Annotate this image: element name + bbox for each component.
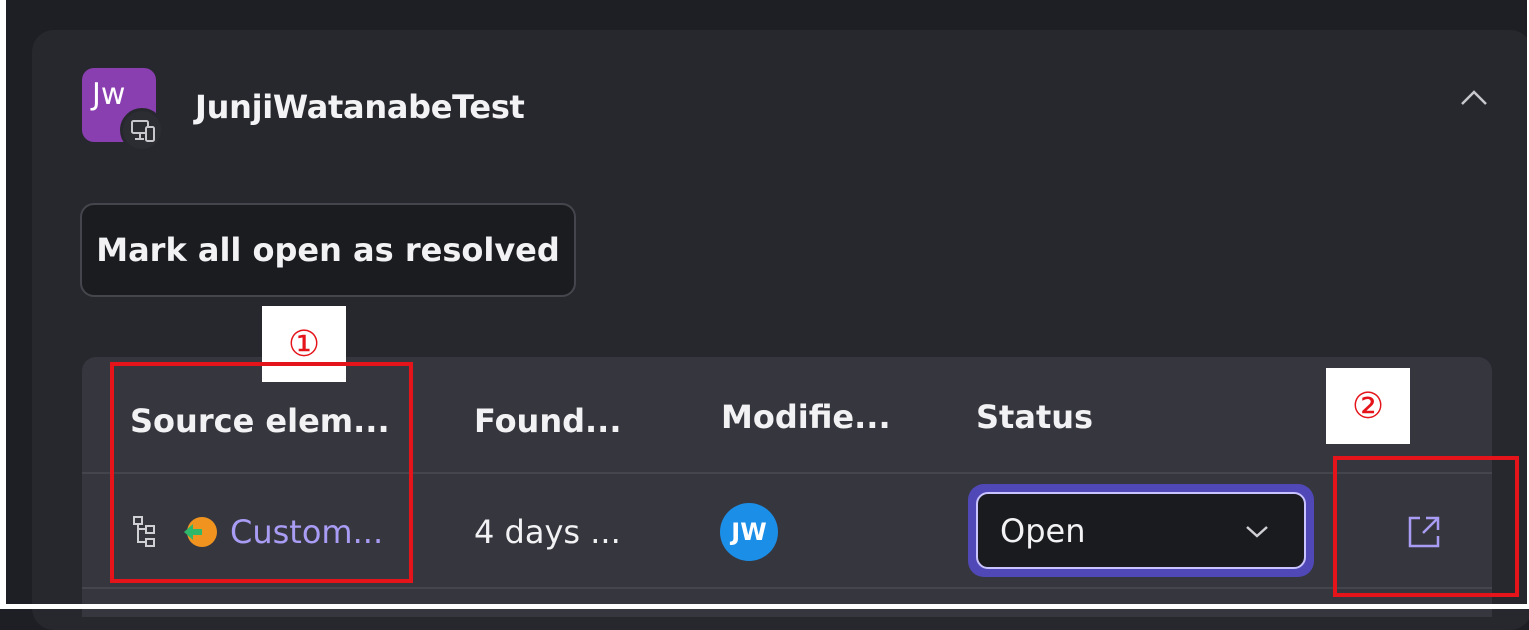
modified-by-avatar: JW [720,503,778,561]
status-value: Open [1000,512,1086,550]
app-name: JunjiWatanabeTest [195,88,525,126]
app-avatar-initials: Jw [92,77,126,112]
image-border-bottom [0,604,1529,609]
highlight-box-source-column [110,362,413,583]
column-header-found[interactable]: Found... [474,402,621,440]
chevron-up-icon[interactable] [1458,84,1490,110]
column-header-modified[interactable]: Modifie... [721,398,891,436]
callout-2: ② [1326,368,1410,444]
highlight-box-open-link [1333,456,1519,597]
chevron-down-icon [1244,522,1270,544]
column-header-status[interactable]: Status [976,398,1093,436]
device-icon [120,108,164,152]
row-divider [82,587,1492,589]
status-dropdown[interactable]: Open [976,492,1306,569]
image-border-left [0,0,6,609]
mark-all-resolved-button[interactable]: Mark all open as resolved [80,203,576,297]
found-date: 4 days ... [474,513,621,551]
